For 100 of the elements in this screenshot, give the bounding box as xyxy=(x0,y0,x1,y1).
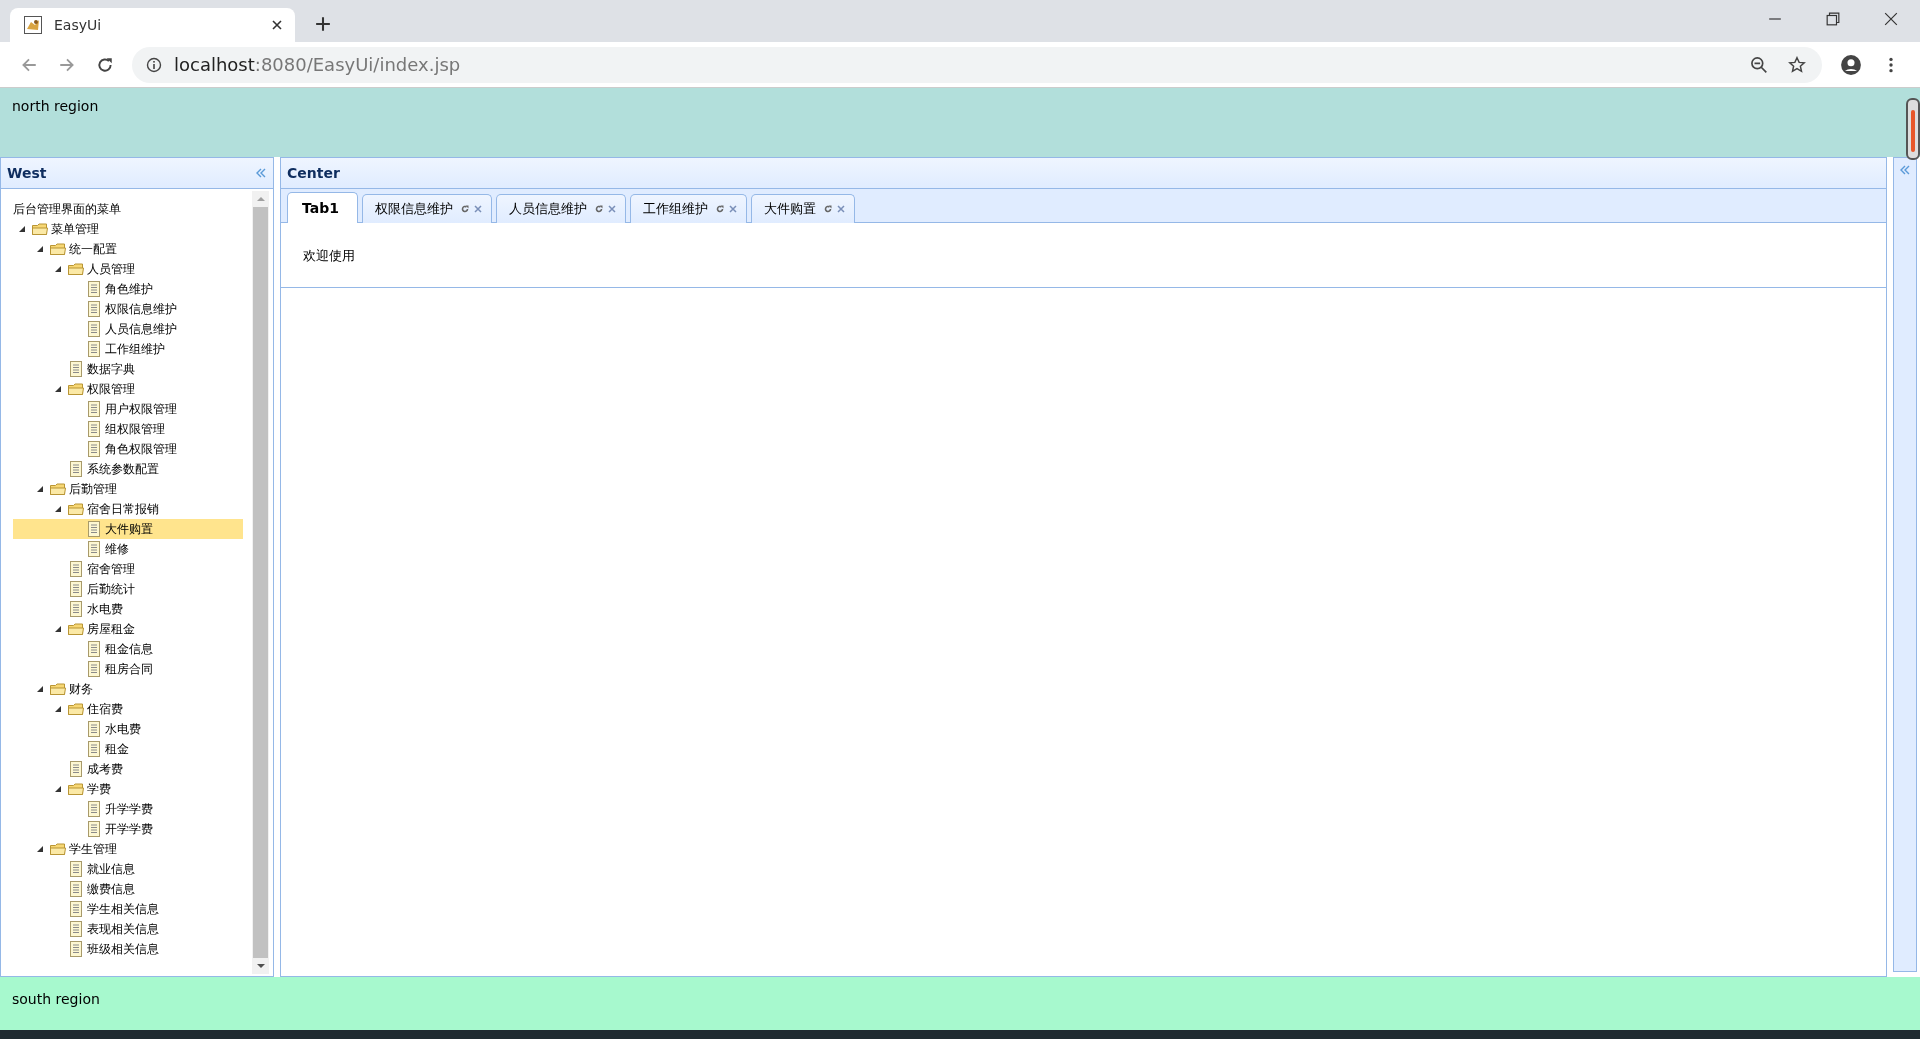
file-icon xyxy=(67,920,85,938)
tree-node[interactable]: 缴费信息 xyxy=(13,879,243,899)
file-icon xyxy=(85,340,103,358)
address-bar[interactable]: localhost:8080/EasyUi/index.jsp xyxy=(132,46,1822,83)
close-icon[interactable] xyxy=(271,19,283,31)
file-icon xyxy=(85,280,103,298)
zoom-icon[interactable] xyxy=(1750,55,1768,74)
file-icon xyxy=(67,460,85,478)
folder-icon xyxy=(67,500,85,518)
file-icon xyxy=(85,420,103,438)
file-icon xyxy=(85,820,103,838)
tree-node[interactable]: 组权限管理 xyxy=(13,419,243,439)
browser-tab[interactable]: EasyUi xyxy=(10,8,295,42)
page-scrollbar[interactable] xyxy=(1906,98,1920,160)
account-icon[interactable] xyxy=(1840,53,1862,76)
tree-node[interactable]: 学生相关信息 xyxy=(13,899,243,919)
tab[interactable]: Tab1 xyxy=(287,192,358,223)
tab[interactable]: 人员信息维护 xyxy=(495,194,626,223)
reload-icon[interactable] xyxy=(96,55,114,74)
folder-icon xyxy=(67,380,85,398)
file-icon xyxy=(85,800,103,818)
tree-node[interactable]: 财务 xyxy=(13,679,243,699)
file-icon xyxy=(85,740,103,758)
tree-node[interactable]: 住宿费 xyxy=(13,699,243,719)
file-icon xyxy=(67,580,85,598)
tree-node[interactable]: 工作组维护 xyxy=(13,339,243,359)
tree-node[interactable]: 成考费 xyxy=(13,759,243,779)
file-icon xyxy=(85,440,103,458)
scrollbar[interactable] xyxy=(252,191,269,974)
tree-node[interactable]: 权限管理 xyxy=(13,379,243,399)
folder-icon xyxy=(49,240,67,258)
tree-node[interactable]: 学费 xyxy=(13,779,243,799)
tree-node[interactable]: 宿舍管理 xyxy=(13,559,243,579)
restore-icon[interactable] xyxy=(1826,12,1840,26)
tree-root-label: 后台管理界面的菜单 xyxy=(13,201,122,218)
tree-node[interactable]: 人员管理 xyxy=(13,259,243,279)
tab[interactable]: 大件购置 xyxy=(750,194,855,223)
file-icon xyxy=(85,520,103,538)
file-icon xyxy=(85,320,103,338)
tree-node[interactable]: 人员信息维护 xyxy=(13,319,243,339)
tab[interactable]: 工作组维护 xyxy=(629,194,747,223)
panel-title: West xyxy=(7,165,48,181)
tree-node[interactable]: 房屋租金 xyxy=(13,619,243,639)
scrollbar-thumb[interactable] xyxy=(253,207,268,958)
star-icon[interactable] xyxy=(1788,55,1806,74)
tree-node[interactable]: 宿舍日常报销 xyxy=(13,499,243,519)
tree-node[interactable]: 后勤统计 xyxy=(13,579,243,599)
close-icon[interactable] xyxy=(1884,12,1898,26)
tree-node[interactable]: 角色维护 xyxy=(13,279,243,299)
tree-node[interactable]: 开学学费 xyxy=(13,819,243,839)
tree-node[interactable]: 租房合同 xyxy=(13,659,243,679)
north-region-text: north region xyxy=(12,98,99,114)
file-icon xyxy=(85,720,103,738)
file-icon xyxy=(67,760,85,778)
tree-node[interactable]: 水电费 xyxy=(13,719,243,739)
panel-title: Center xyxy=(287,165,341,181)
folder-icon xyxy=(67,700,85,718)
tree-node[interactable]: 升学学费 xyxy=(13,799,243,819)
file-icon xyxy=(67,360,85,378)
refresh-icon[interactable] xyxy=(822,204,833,214)
south-region-text: south region xyxy=(12,991,100,1007)
tree-node[interactable]: 数据字典 xyxy=(13,359,243,379)
tree-node[interactable]: 维修 xyxy=(13,539,243,559)
tab[interactable]: 权限信息维护 xyxy=(361,194,492,223)
tree-node[interactable]: 大件购置 xyxy=(13,519,243,539)
folder-icon xyxy=(49,840,67,858)
folder-icon xyxy=(67,260,85,278)
new-tab-icon[interactable] xyxy=(315,16,331,32)
tree-node[interactable]: 表现相关信息 xyxy=(13,919,243,939)
tree-node[interactable]: 就业信息 xyxy=(13,859,243,879)
refresh-icon[interactable] xyxy=(593,204,604,214)
file-icon xyxy=(67,940,85,958)
tree-node[interactable]: 租金 xyxy=(13,739,243,759)
tree-node[interactable]: 权限信息维护 xyxy=(13,299,243,319)
welcome-text: 欢迎使用 xyxy=(303,248,355,263)
file-icon xyxy=(85,660,103,678)
folder-icon xyxy=(49,480,67,498)
url-text: localhost:8080/EasyUi/index.jsp xyxy=(174,54,461,75)
tree-node[interactable]: 菜单管理 xyxy=(13,219,243,239)
folder-icon xyxy=(67,780,85,798)
file-icon xyxy=(67,560,85,578)
tree-node[interactable]: 后勤管理 xyxy=(13,479,243,499)
tree-node[interactable]: 统一配置 xyxy=(13,239,243,259)
file-icon xyxy=(67,900,85,918)
info-icon[interactable] xyxy=(146,56,162,73)
file-icon xyxy=(67,860,85,878)
tree-node[interactable]: 租金信息 xyxy=(13,639,243,659)
refresh-icon[interactable] xyxy=(714,204,725,214)
refresh-icon[interactable] xyxy=(459,204,470,214)
file-icon xyxy=(85,640,103,658)
tree-node[interactable]: 水电费 xyxy=(13,599,243,619)
collapse-icon[interactable] xyxy=(255,167,267,179)
tree-node[interactable]: 系统参数配置 xyxy=(13,459,243,479)
folder-icon xyxy=(49,680,67,698)
tree-node[interactable]: 角色权限管理 xyxy=(13,439,243,459)
tree-node[interactable]: 用户权限管理 xyxy=(13,399,243,419)
tree-node[interactable]: 班级相关信息 xyxy=(13,939,243,959)
file-icon xyxy=(67,880,85,898)
folder-icon xyxy=(67,620,85,638)
tree-node[interactable]: 学生管理 xyxy=(13,839,243,859)
